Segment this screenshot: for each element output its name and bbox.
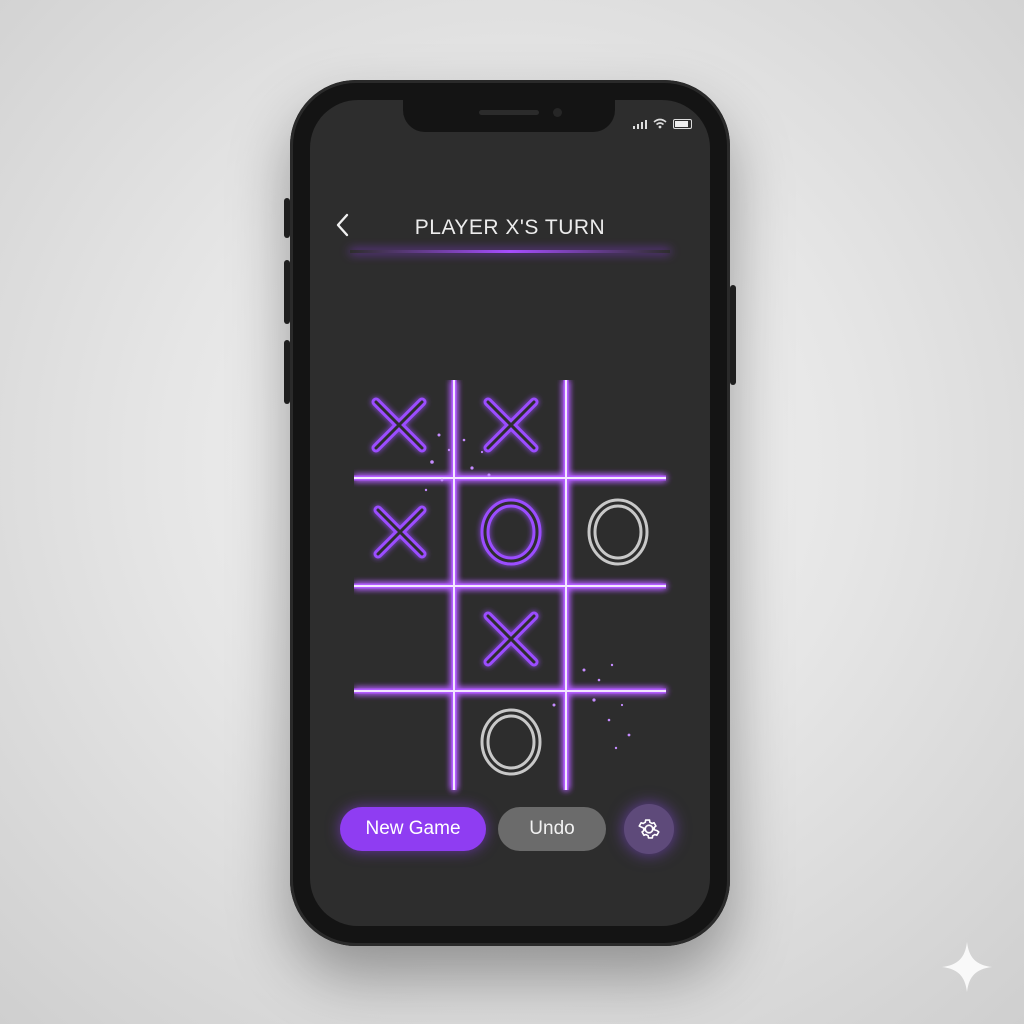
- notch: [403, 100, 615, 132]
- settings-button[interactable]: [624, 804, 674, 854]
- volume-down-button: [284, 340, 290, 404]
- cell-4-mark-o-icon[interactable]: [480, 498, 542, 566]
- phone-frame: PLAYER X'S TURN New Game Undo: [284, 80, 736, 946]
- cell-7-mark-x-icon[interactable]: [483, 611, 539, 667]
- cell-2-empty[interactable]: [570, 380, 666, 476]
- sparkle-watermark-icon: [942, 942, 992, 992]
- tic-tac-toe-board: [354, 380, 666, 790]
- phone-screen: PLAYER X'S TURN New Game Undo: [310, 100, 710, 926]
- wifi-icon: [653, 118, 667, 129]
- cell-10-mark-o-icon[interactable]: [480, 708, 542, 776]
- undo-button[interactable]: Undo: [498, 807, 606, 851]
- battery-icon: [673, 118, 692, 129]
- cell-3-mark-x-icon[interactable]: [373, 505, 427, 559]
- cell-8-empty[interactable]: [570, 590, 666, 686]
- new-game-button[interactable]: New Game: [340, 807, 486, 851]
- front-camera: [553, 108, 562, 117]
- volume-up-button: [284, 260, 290, 324]
- cell-1-mark-x-icon[interactable]: [483, 397, 539, 453]
- power-button: [730, 285, 736, 385]
- turn-title: PLAYER X'S TURN: [414, 216, 606, 239]
- cell-0-mark-x-icon[interactable]: [354, 380, 450, 476]
- cell-6-empty[interactable]: [354, 590, 450, 686]
- speaker-grille: [479, 110, 539, 115]
- cell-5-mark-o-icon[interactable]: [587, 498, 649, 566]
- signal-icon: [633, 119, 647, 129]
- action-bar: New Game Undo: [340, 804, 674, 854]
- mute-switch: [284, 198, 290, 238]
- title-underline-glow: [350, 250, 670, 253]
- gear-icon: [638, 819, 660, 839]
- status-bar: [633, 118, 692, 129]
